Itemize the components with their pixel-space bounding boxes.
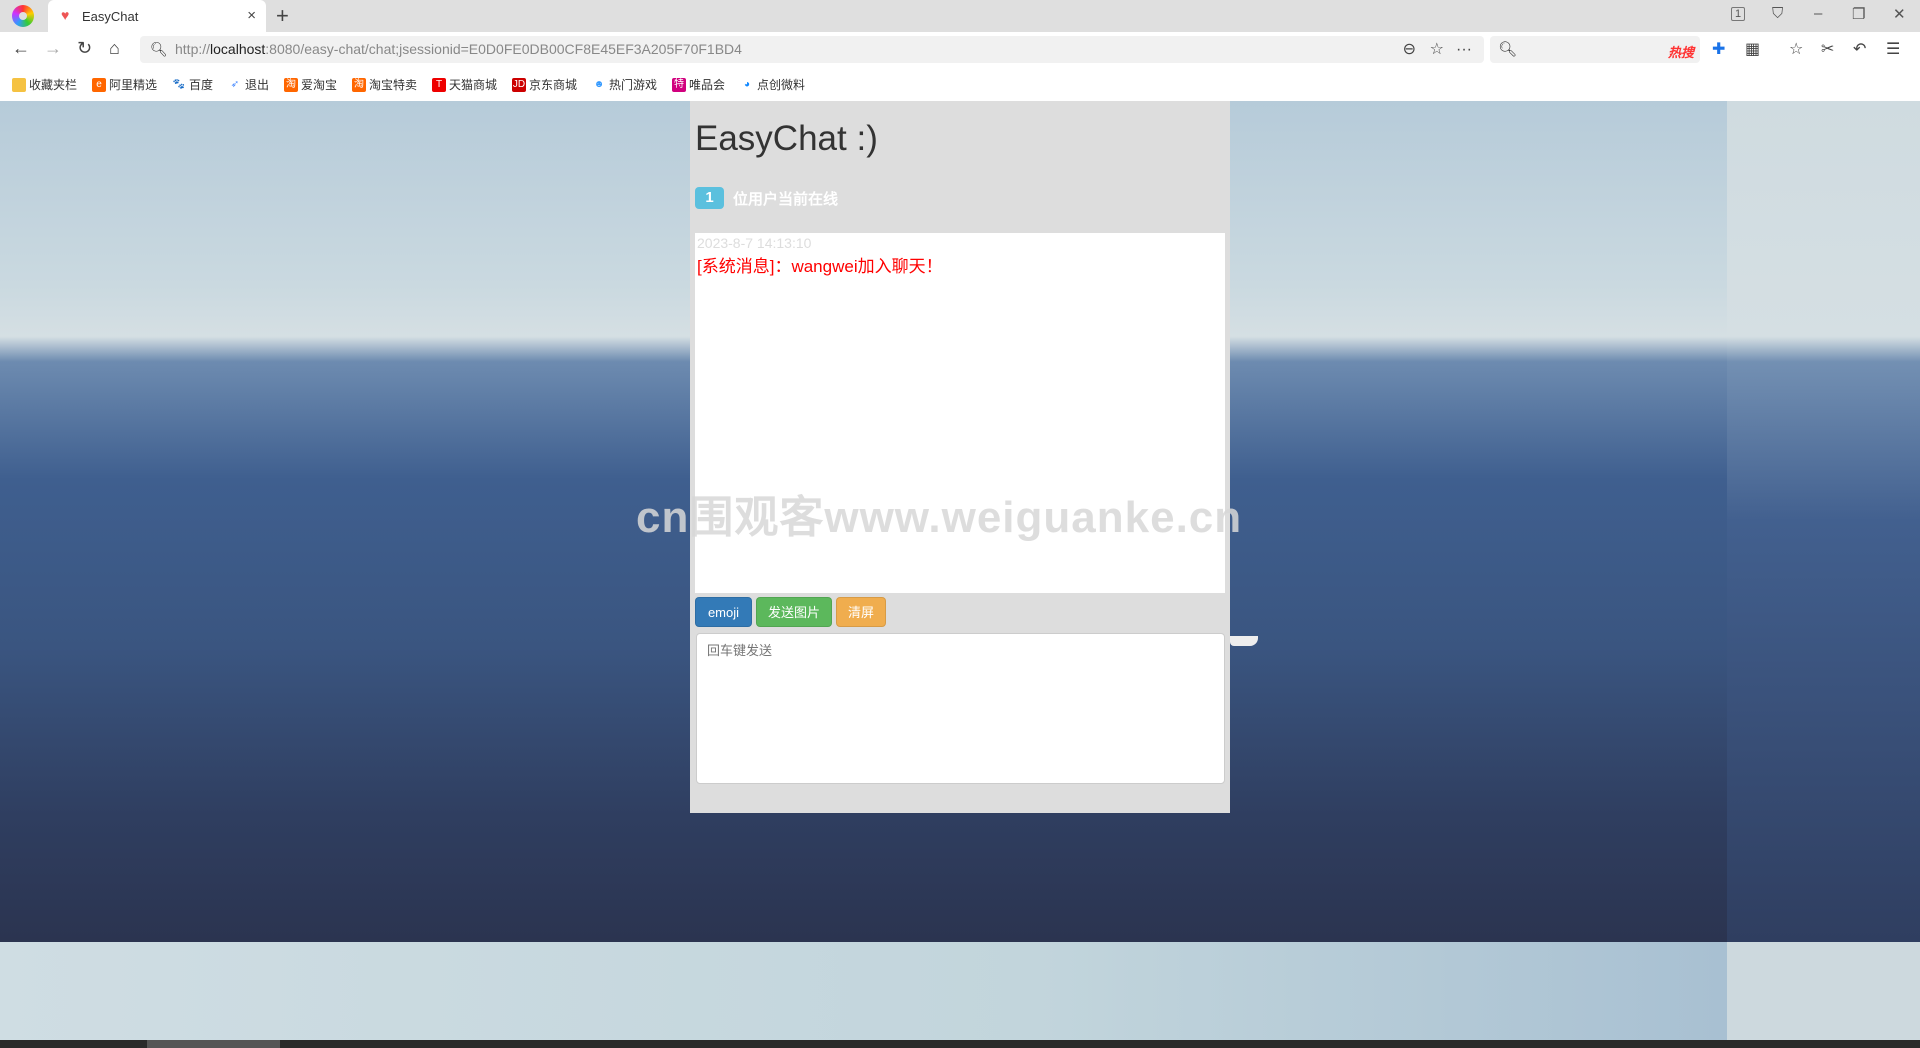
url-prefix: http:// — [175, 41, 211, 57]
apps-icon[interactable]: ▦ — [1745, 39, 1760, 59]
bookmark-tmall[interactable]: T 天猫商城 — [432, 76, 497, 93]
bookmark-label: 热门游戏 — [609, 78, 658, 92]
page-title: EasyChat :) — [695, 119, 878, 158]
extension-icon[interactable]: ✚ — [1712, 39, 1725, 59]
more-icon[interactable]: ··· — [1456, 36, 1472, 63]
taobao-icon: 淘 — [352, 77, 366, 92]
vip-icon: 特 — [672, 77, 686, 92]
zoom-icon[interactable]: ⊖ — [1403, 36, 1416, 63]
favorites-icon[interactable]: ☆ — [1789, 39, 1803, 59]
heart-favicon-icon: ♥ — [61, 7, 70, 23]
bookmark-label: 点创微料 — [757, 78, 806, 92]
minimize-button[interactable]: – — [1814, 5, 1822, 22]
bookmark-label: 百度 — [189, 78, 214, 92]
tab-bar: ♥ EasyChat × + 1 ⛉ – ❐ ✕ — [0, 0, 1920, 32]
tab-count-button[interactable]: 1 — [1731, 7, 1746, 21]
close-window-button[interactable]: ✕ — [1893, 5, 1906, 23]
send-image-button[interactable]: 发送图片 — [756, 597, 833, 627]
bookmark-taobao-sale[interactable]: 淘淘宝特卖 — [352, 76, 417, 93]
emoji-button[interactable]: emoji — [695, 597, 752, 627]
browser-logo-icon — [12, 5, 34, 27]
bookmark-label: 退出 — [245, 78, 270, 92]
bookmark-label: 京东商城 — [529, 78, 578, 92]
background-image-repeat — [0, 942, 1727, 1040]
folder-icon — [12, 77, 26, 92]
search-icon: 🔍︎ — [150, 41, 168, 57]
search-icon: 🔍︎ — [1498, 41, 1518, 58]
bookmark-jd[interactable]: JD 京东商城 — [512, 76, 577, 93]
bookmark-baidu[interactable]: 🐾 百度 — [172, 76, 213, 93]
watermark: cn围观客www.weiguanke.cn — [636, 493, 1243, 542]
scissors-icon[interactable]: ✂ — [1821, 39, 1834, 59]
online-count-badge: 1 — [695, 187, 724, 209]
message-time: 2023-8-7 14:13:10 — [697, 235, 812, 251]
tab-title: EasyChat — [82, 9, 139, 24]
restore-button[interactable]: ❐ — [1852, 5, 1865, 23]
background-image-repeat — [1727, 942, 1920, 1040]
dianchuang-icon: ◕ — [743, 78, 751, 90]
tab-easychat[interactable]: ♥ EasyChat × — [48, 0, 266, 32]
taskbar — [0, 1040, 1920, 1048]
message-item: 2023-8-7 14:13:10 [系统消息]：wangwei加入聊天！ — [697, 235, 1223, 277]
new-tab-button[interactable]: + — [276, 3, 289, 29]
boat-image — [1230, 636, 1258, 646]
bookmark-label: 唯品会 — [689, 78, 726, 92]
bookmark-label: 爱淘宝 — [301, 78, 338, 92]
bookmark-logout[interactable]: ➶ 退出 — [228, 76, 269, 93]
bookmark-vip[interactable]: 特唯品会 — [672, 76, 725, 93]
games-icon: ☻ — [593, 78, 605, 90]
taskbar-item[interactable] — [147, 1040, 280, 1048]
clear-screen-button[interactable]: 清屏 — [836, 597, 887, 627]
skin-icon[interactable]: ⛉ — [1772, 5, 1783, 22]
chat-panel: EasyChat :) 1 位用户当前在线 2023-8-7 14:13:10 … — [690, 101, 1230, 813]
hot-search[interactable]: 热搜 — [1668, 42, 1694, 61]
bookmark-aitaobao[interactable]: 淘爱淘宝 — [284, 76, 337, 93]
close-tab-icon[interactable]: × — [247, 7, 256, 24]
url-rest: :8080/easy-chat/chat;jsessionid=E0D0FE0D… — [265, 41, 742, 57]
system-message: [系统消息]：wangwei加入聊天！ — [697, 257, 943, 276]
address-bar[interactable]: 🔍︎ http://localhost:8080/easy-chat/chat;… — [140, 36, 1484, 63]
rocket-icon: ➶ — [230, 78, 240, 90]
bookmarks-bar: 收藏夹栏 e 阿里精选 🐾 百度 ➶ 退出 淘爱淘宝 淘淘宝特卖 T 天猫商城 JD 京东… — [0, 67, 1920, 101]
home-icon[interactable]: ⌂ — [109, 38, 120, 59]
address-row: ← → ↻ ⌂ 🔍︎ http://localhost:8080/easy-ch… — [0, 32, 1920, 67]
ali-icon: e — [92, 77, 106, 92]
jd-icon: JD — [512, 77, 526, 92]
taobao-icon: 淘 — [284, 77, 298, 92]
bookmark-label: 淘宝特卖 — [369, 78, 418, 92]
bookmark-favorites[interactable]: 收藏夹栏 — [12, 76, 77, 93]
baidu-icon: 🐾 — [172, 78, 186, 90]
star-icon[interactable]: ☆ — [1430, 36, 1444, 63]
bookmark-label: 天猫商城 — [449, 78, 498, 92]
page-viewport: EasyChat :) 1 位用户当前在线 2023-8-7 14:13:10 … — [0, 101, 1920, 1040]
message-input[interactable] — [696, 633, 1225, 784]
online-label: 位用户当前在线 — [733, 191, 839, 208]
background-image-repeat — [1727, 101, 1920, 942]
menu-icon[interactable]: ☰ — [1886, 39, 1900, 59]
undo-icon[interactable]: ↶ — [1853, 39, 1866, 59]
reload-icon[interactable]: ↻ — [77, 38, 92, 59]
bookmark-dianchuang[interactable]: ◕ 点创微料 — [740, 76, 805, 93]
bookmark-label: 收藏夹栏 — [29, 78, 78, 92]
search-box[interactable]: 🔍︎ 热搜 — [1490, 36, 1700, 63]
bookmark-games[interactable]: ☻ 热门游戏 — [592, 76, 657, 93]
back-icon[interactable]: ← — [12, 38, 30, 59]
forward-icon[interactable]: → — [44, 38, 62, 59]
tmall-icon: T — [432, 77, 446, 92]
toolbar: emoji 发送图片 清屏 — [695, 597, 887, 627]
bookmark-ali[interactable]: e 阿里精选 — [92, 76, 157, 93]
bookmark-label: 阿里精选 — [109, 78, 158, 92]
url-host: localhost — [210, 41, 266, 57]
